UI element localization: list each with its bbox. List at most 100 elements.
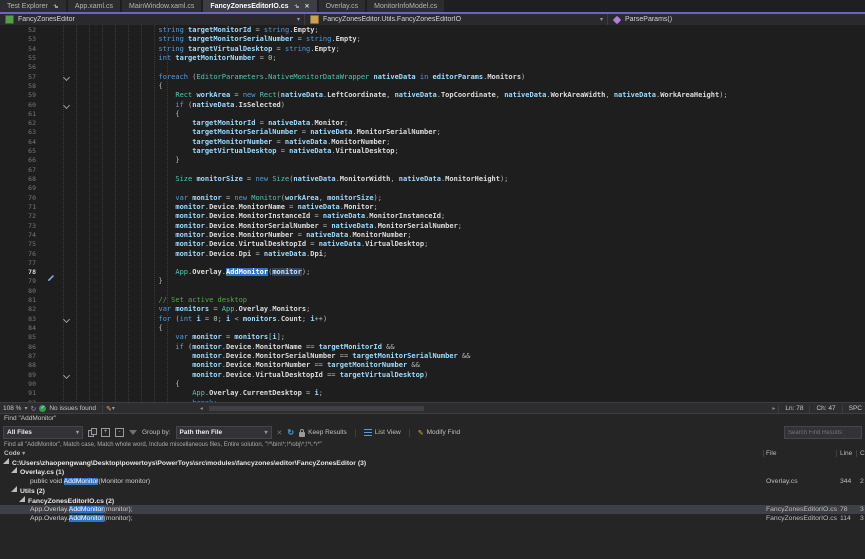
code-text: foreach (EditorParameters.NativeMonitorD… xyxy=(159,73,526,82)
result-column: 3 xyxy=(860,514,864,523)
code-line: 90{ xyxy=(0,380,865,389)
tab-mainwindow-xaml-cs[interactable]: MainWindow.xaml.cs xyxy=(122,0,201,12)
code-line: 52string targetMonitorId = string.Empty; xyxy=(0,26,865,35)
search-find-results-input[interactable] xyxy=(784,426,862,439)
type-dropdown[interactable]: FancyZonesEditor.Utils.FancyZonesEditorI… xyxy=(305,14,608,25)
expander-icon[interactable] xyxy=(19,496,25,502)
find-result-group[interactable]: FancyZonesEditorIO.cs (2) xyxy=(0,496,865,505)
chevron-down-icon[interactable]: ▾ xyxy=(112,405,115,412)
code-text: Rect workArea = new Rect(nativeData.Left… xyxy=(175,91,727,100)
sync-icon[interactable]: ↻ xyxy=(30,405,36,413)
scroll-left-icon[interactable]: ◂ xyxy=(200,405,203,412)
find-result-group[interactable]: C:\Users\zhaopengwang\Desktop\powertoys\… xyxy=(0,458,865,467)
group-label: Utils (2) xyxy=(20,488,45,495)
line-number: 85 xyxy=(0,333,36,342)
match-text: (Monitor monitor) xyxy=(98,478,150,485)
chevron-down-icon: ▾ xyxy=(600,16,603,23)
member-dropdown[interactable]: ParseParams() xyxy=(608,14,865,25)
refresh-icon[interactable]: ↻ xyxy=(287,428,294,437)
tab-app-xaml-cs[interactable]: App.xaml.cs xyxy=(68,0,120,12)
code-text: for (int i = 0; i < monitors.Count; i++) xyxy=(159,315,328,324)
column-header-file[interactable]: File xyxy=(766,449,776,458)
expand-all-icon[interactable]: + xyxy=(101,428,110,437)
find-result-group[interactable]: Utils (2) xyxy=(0,486,865,495)
chevron-down-icon[interactable]: ▾ xyxy=(24,405,27,412)
keep-results-button[interactable]: Keep Results xyxy=(299,429,347,437)
column-header-line[interactable]: Line xyxy=(840,449,852,458)
find-result-group[interactable]: Overlay.cs (1) xyxy=(0,467,865,476)
code-text: if (monitor.Device.MonitorName == target… xyxy=(175,343,394,352)
list-view-button[interactable]: List View xyxy=(364,429,401,436)
expander-icon[interactable] xyxy=(3,458,9,464)
fold-chevron-icon[interactable] xyxy=(63,101,70,108)
expander-icon[interactable] xyxy=(11,467,17,473)
modify-find-button[interactable]: ✎ Modify Find xyxy=(418,429,460,437)
keep-results-label: Keep Results xyxy=(308,429,347,436)
collapse-all-icon[interactable]: - xyxy=(115,428,124,437)
method-icon xyxy=(613,15,621,23)
line-number: 84 xyxy=(0,324,36,333)
scrollbar-thumb[interactable] xyxy=(209,406,424,411)
code-line: 68Size monitorSize = new Size(nativeData… xyxy=(0,175,865,184)
line-number: 76 xyxy=(0,250,36,259)
group-by-dropdown[interactable]: Path then File ▾ xyxy=(176,426,272,439)
fold-chevron-icon[interactable] xyxy=(63,372,70,379)
line-number: 80 xyxy=(0,287,36,296)
find-result-row[interactable]: public void AddMonitor(Monitor monitor)O… xyxy=(0,477,865,486)
scope-dropdown[interactable]: All Files ▾ xyxy=(3,426,83,439)
line-number: 91 xyxy=(0,389,36,398)
find-summary: Find all "AddMonitor", Match case, Match… xyxy=(0,441,865,449)
line-number: 81 xyxy=(0,296,36,305)
code-text: monitor.Device.MonitorNumber = nativeDat… xyxy=(175,231,411,240)
zoom-level[interactable]: 108 % xyxy=(3,405,21,412)
line-number: 54 xyxy=(0,45,36,54)
scroll-right-icon[interactable]: ▸ xyxy=(772,405,775,412)
column-divider xyxy=(836,450,837,457)
line-number: 83 xyxy=(0,315,36,324)
code-text: if (nativeData.IsSelected) xyxy=(175,101,285,110)
code-line: 91App.Overlay.CurrentDesktop = i; xyxy=(0,389,865,398)
tab-test-explorer[interactable]: Test Explorer xyxy=(0,0,66,12)
code-line: 72monitor.Device.MonitorInstanceId = nat… xyxy=(0,212,865,221)
pin-icon[interactable] xyxy=(293,3,300,10)
health-message[interactable]: No issues found xyxy=(49,405,96,412)
code-text: targetVirtualDesktop = nativeData.Virtua… xyxy=(192,147,399,156)
quick-actions-icon[interactable] xyxy=(47,269,55,277)
member-name: ParseParams() xyxy=(625,16,672,23)
find-result-row[interactable]: App.Overlay.AddMonitor(monitor);FancyZon… xyxy=(0,514,865,523)
code-line: 85var monitor = monitors[i]; xyxy=(0,333,865,342)
expander-icon[interactable] xyxy=(11,486,17,492)
result-line: 344 xyxy=(840,477,851,486)
code-text: { xyxy=(159,324,163,333)
clear-results-icon[interactable]: ✕ xyxy=(277,429,283,437)
line-number: 89 xyxy=(0,371,36,380)
copy-icon[interactable] xyxy=(88,428,96,437)
code-editor[interactable]: 52string targetMonitorId = string.Empty;… xyxy=(0,25,865,402)
line-number: 87 xyxy=(0,352,36,361)
code-text: monitor.Device.MonitorSerialNumber == ta… xyxy=(192,352,470,361)
tab-label: MonitorInfoModel.cs xyxy=(374,3,437,10)
tab-label: Overlay.cs xyxy=(326,3,359,10)
fold-chevron-icon[interactable] xyxy=(63,74,70,81)
match-highlight: AddMonitor xyxy=(69,515,104,522)
scope-value: All Files xyxy=(7,429,32,436)
line-number: 59 xyxy=(0,91,36,100)
line-number: 66 xyxy=(0,156,36,165)
tab-fancyzoneseditorio-cs[interactable]: FancyZonesEditorIO.cs✕ xyxy=(203,0,316,12)
result-file: FancyZonesEditorIO.cs xyxy=(766,514,837,523)
pin-icon[interactable] xyxy=(52,3,59,10)
project-dropdown[interactable]: FancyZonesEditor ▾ xyxy=(0,14,305,25)
find-result-row[interactable]: App.Overlay.AddMonitor(monitor);FancyZon… xyxy=(0,505,865,514)
filter-icon[interactable] xyxy=(129,430,137,435)
tab-monitorinfomodel-cs[interactable]: MonitorInfoModel.cs xyxy=(367,0,444,12)
list-view-icon xyxy=(364,429,372,436)
line-number: 90 xyxy=(0,380,36,389)
tab-overlay-cs[interactable]: Overlay.cs xyxy=(319,0,366,12)
horizontal-scrollbar[interactable] xyxy=(205,405,771,412)
close-icon[interactable]: ✕ xyxy=(305,3,310,10)
column-header-col[interactable]: C xyxy=(860,449,865,458)
vs-window: Test ExplorerApp.xaml.csMainWindow.xaml.… xyxy=(0,0,865,559)
fold-chevron-icon[interactable] xyxy=(63,316,70,323)
find-results-title: Find "AddMonitor" xyxy=(0,414,865,424)
code-line: 69 xyxy=(0,184,865,193)
